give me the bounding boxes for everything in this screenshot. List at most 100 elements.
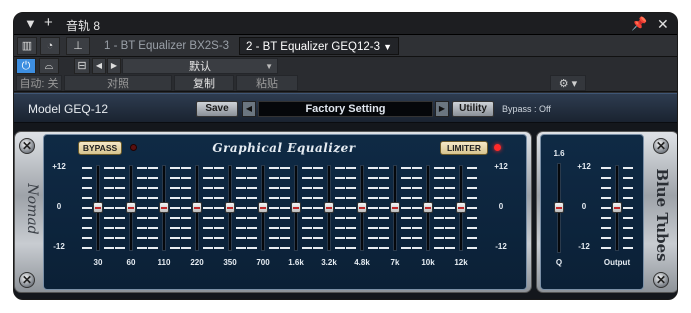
band-freq-label: 350 [223, 258, 237, 267]
output-tick [623, 197, 633, 199]
gain-tick [412, 167, 422, 169]
output-label: Output [603, 258, 631, 267]
add-icon[interactable]: + [44, 14, 53, 32]
band-fader-3.2k[interactable] [324, 202, 334, 213]
band-fader-12k[interactable] [456, 202, 466, 213]
limiter-button[interactable]: LIMITER [440, 141, 488, 155]
copy-button[interactable]: 复制 [174, 75, 234, 91]
scale-label: -12 [53, 242, 65, 251]
gain-tick [401, 187, 411, 189]
save-button[interactable]: Save [196, 101, 238, 117]
band-fader-60[interactable] [126, 202, 136, 213]
eq-chrome-frame: ✕ ✕ Nomad BYPASS Graphical Equalizer LIM… [14, 131, 532, 293]
gain-tick [368, 167, 378, 169]
gain-tick [269, 247, 279, 249]
routing-icon[interactable]: ⊥ [66, 37, 90, 55]
gain-tick [115, 217, 125, 219]
gain-tick [302, 187, 312, 189]
tab-dropdown-icon[interactable]: ▼ [383, 38, 392, 56]
utility-button[interactable]: Utility [452, 101, 494, 117]
output-tick [623, 187, 633, 189]
gain-tick [401, 197, 411, 199]
gain-tick [115, 177, 125, 179]
limiter-led [494, 144, 501, 151]
close-icon[interactable]: ✕ [657, 15, 669, 33]
gain-tick [412, 227, 422, 229]
gain-tick [280, 237, 290, 239]
gain-tick [236, 217, 246, 219]
band-fader-350[interactable] [225, 202, 235, 213]
gain-tick [335, 207, 345, 209]
prev-preset-icon[interactable]: ◀ [92, 58, 106, 74]
preset-display[interactable]: Factory Setting [258, 101, 433, 117]
power-icon[interactable]: ⏻ [16, 58, 36, 74]
gain-tick [137, 247, 147, 249]
band-freq-label: 4.8k [354, 258, 370, 267]
gain-tick [379, 227, 389, 229]
gain-tick [170, 207, 180, 209]
meter-icon[interactable]: ◔ [40, 37, 60, 55]
gain-tick [335, 237, 345, 239]
band-freq-label: 110 [157, 258, 171, 267]
gain-tick [467, 247, 477, 249]
next-preset-arrow[interactable]: ▶ [435, 101, 449, 117]
band-fader-220[interactable] [192, 202, 202, 213]
recycle-icon[interactable]: ⌓ [39, 58, 59, 74]
gain-tick [335, 167, 345, 169]
preset-selector[interactable]: 默认 ▼ [122, 58, 278, 74]
gain-tick [181, 227, 191, 229]
gain-tick [115, 227, 125, 229]
band-fader-30[interactable] [93, 202, 103, 213]
output-tick [623, 177, 633, 179]
scale-label: 0 [498, 202, 504, 211]
prev-preset-arrow[interactable]: ◀ [242, 101, 256, 117]
gain-tick [170, 247, 180, 249]
band-fader-700[interactable] [258, 202, 268, 213]
gain-tick [302, 207, 312, 209]
gain-tick [148, 217, 158, 219]
q-fader[interactable] [554, 202, 564, 213]
next-preset-icon[interactable]: ▶ [107, 58, 121, 74]
output-tick [601, 217, 611, 219]
band-fader-4.8k[interactable] [357, 202, 367, 213]
pin-icon[interactable]: 📌 [631, 15, 647, 33]
band-fader-10k[interactable] [423, 202, 433, 213]
gain-tick [214, 207, 224, 209]
gain-tick [335, 227, 345, 229]
gain-tick [269, 207, 279, 209]
band-fader-7k[interactable] [390, 202, 400, 213]
gain-tick [346, 197, 356, 199]
bypass-button[interactable]: BYPASS [78, 141, 122, 155]
gain-tick [247, 207, 257, 209]
paste-button[interactable]: 粘贴 [236, 75, 298, 91]
gain-tick [434, 227, 444, 229]
mixer-icon[interactable]: ▥ [17, 37, 37, 55]
output-tick [601, 167, 611, 169]
settings-icon[interactable]: ⚙ ▾ [550, 75, 586, 91]
band-fader-1.6k[interactable] [291, 202, 301, 213]
gain-tick [137, 207, 147, 209]
gain-tick [148, 197, 158, 199]
preset-dropdown-icon[interactable]: ▼ [265, 59, 273, 75]
output-fader[interactable] [612, 202, 622, 213]
tab-bx2s[interactable]: 1 - BT Equalizer BX2S-3 [98, 37, 238, 55]
gain-tick [82, 197, 92, 199]
gain-tick [181, 167, 191, 169]
auto-toggle[interactable]: 自动: 关 [16, 75, 62, 91]
gain-tick [434, 177, 444, 179]
gain-tick [445, 227, 455, 229]
preset-toolbar: ⏻ ⌓ ⊟ ◀ ▶ 默认 ▼ [14, 57, 677, 75]
output-tick [601, 207, 611, 209]
gain-tick [280, 207, 290, 209]
band-fader-110[interactable] [159, 202, 169, 213]
gain-tick [401, 227, 411, 229]
dropdown-icon[interactable]: ▼ [24, 15, 37, 33]
compare-button[interactable]: 对照 [64, 75, 172, 91]
gain-tick [412, 217, 422, 219]
scale-label: 0 [56, 202, 62, 211]
tab-geq12[interactable]: 2 - BT Equalizer GEQ12-3 ▼ [239, 37, 399, 55]
preset-browser-icon[interactable]: ⊟ [74, 58, 90, 74]
gain-tick [445, 237, 455, 239]
gain-tick [236, 207, 246, 209]
gain-tick [170, 177, 180, 179]
